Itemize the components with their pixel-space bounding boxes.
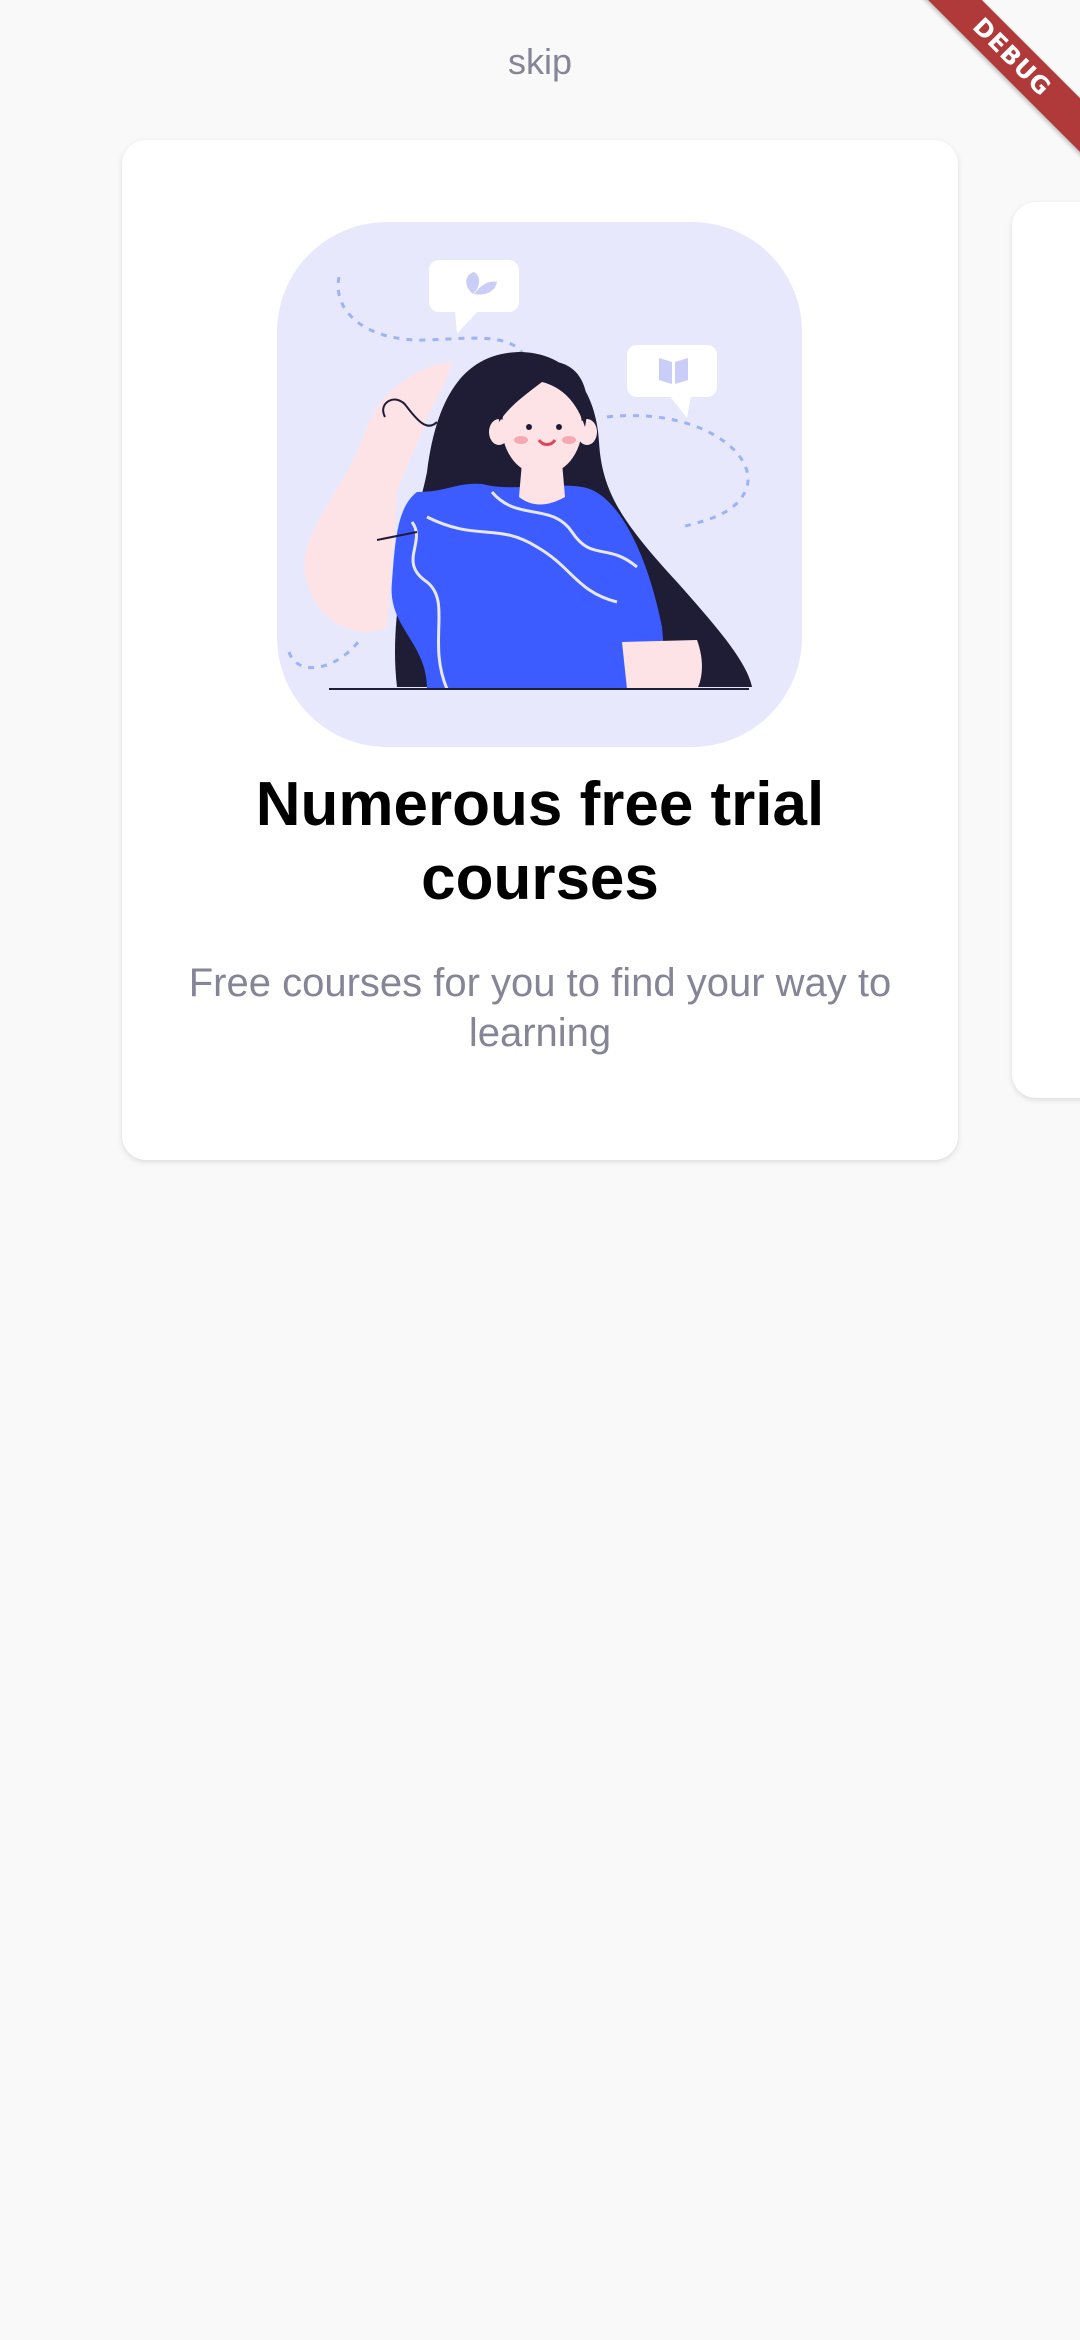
next-onboarding-card[interactable]	[1012, 202, 1080, 1098]
onboarding-card: Numerous free trial courses Free courses…	[122, 140, 958, 1160]
skip-button[interactable]: skip	[0, 36, 1080, 88]
onboarding-illustration	[277, 222, 802, 747]
onboarding-title: Numerous free trial courses	[255, 770, 825, 913]
onboarding-subtitle: Free courses for you to find your way to…	[188, 961, 892, 1055]
